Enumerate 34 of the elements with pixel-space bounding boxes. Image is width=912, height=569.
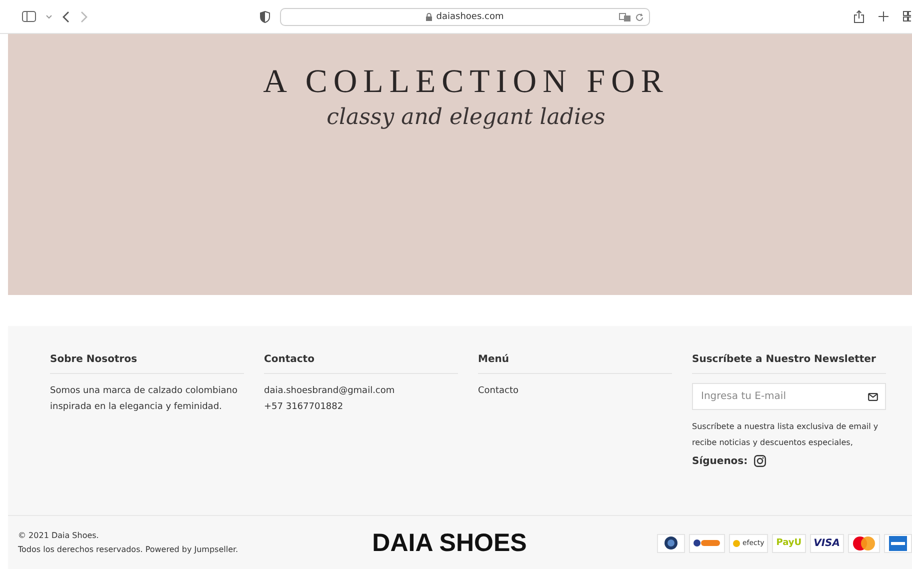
lock-icon	[426, 12, 432, 20]
shield-icon[interactable]	[260, 10, 270, 22]
hero-title: A COLLECTION FOR	[263, 64, 669, 101]
address-bar[interactable]: daiashoes.com	[280, 8, 650, 26]
column-heading: Sobre Nosotros	[50, 354, 244, 374]
footer-text: +57 3167701882	[264, 401, 344, 414]
column-heading: Contacto	[264, 354, 458, 374]
column-heading: Suscríbete a Nuestro Newsletter	[692, 354, 886, 374]
envelope-icon[interactable]	[868, 393, 878, 401]
payment-logo	[657, 534, 686, 552]
translate-icon[interactable]	[619, 12, 631, 22]
payment-logo: VISA	[810, 534, 844, 552]
hero-subtitle: classy and elegant ladies	[326, 105, 606, 130]
newsletter-note: Suscríbete a nuestra lista exclusiva de email y recibe noticias y descuentos especiales,	[692, 421, 880, 449]
brand-logo[interactable]: DAIA SHOES	[372, 528, 658, 558]
payment-logo	[848, 534, 880, 552]
share-icon[interactable]	[854, 10, 864, 23]
column-heading: Menú	[478, 354, 672, 374]
instagram-icon[interactable]	[754, 455, 766, 467]
payment-logo: PayU	[772, 534, 806, 552]
email-field[interactable]: Ingresa tu E-mail	[692, 383, 886, 410]
plus-icon[interactable]	[878, 11, 889, 22]
chevron-down-icon[interactable]	[46, 14, 52, 18]
back-icon[interactable]	[62, 10, 70, 22]
sidebar-icon[interactable]	[22, 11, 36, 22]
footer-link[interactable]: Contacto	[478, 383, 672, 399]
payment-logo	[689, 534, 726, 552]
copyright-text: Todos los derechos reservados. Powered by Jumpseller.	[18, 544, 240, 556]
copyright-text: © 2021 Daia Shoes.	[18, 530, 100, 542]
footer-text: Somos una marca de calzado colombiano inspirada en la elegancia y feminidad.	[50, 385, 238, 414]
footer-text: daia.shoesbrand@gmail.com	[264, 385, 396, 398]
follow-label: Síguenos:	[692, 456, 748, 466]
reload-icon[interactable]	[635, 12, 644, 22]
tabs-grid-icon[interactable]	[903, 11, 911, 22]
